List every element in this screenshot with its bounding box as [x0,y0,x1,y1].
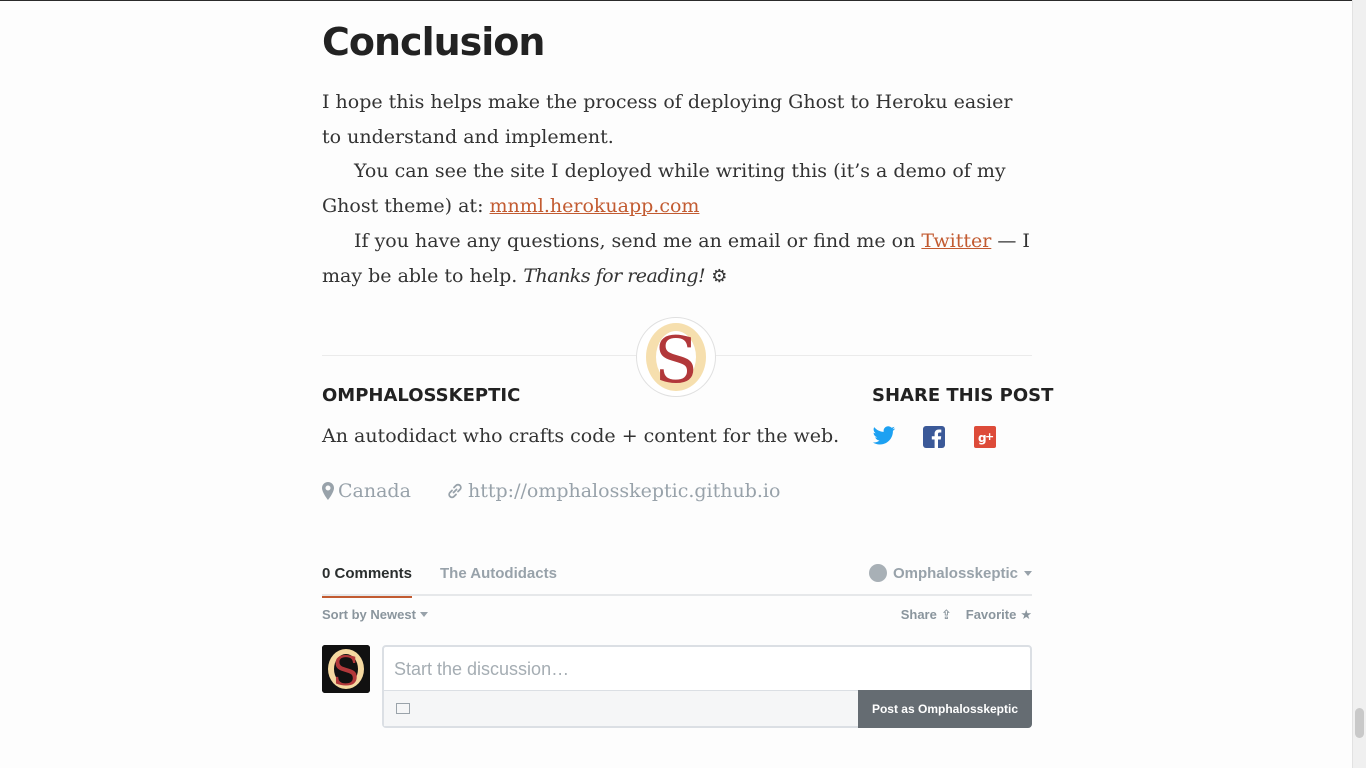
author-logo[interactable]: S [636,317,716,398]
scrollbar[interactable] [1352,0,1366,768]
scrollbar-thumb[interactable] [1355,708,1364,738]
avatar-letter: S [332,649,359,693]
avatar[interactable]: S [322,645,370,693]
tab-comments[interactable]: 0 Comments [322,565,413,598]
tab-community[interactable]: The Autodidacts [440,565,557,596]
comments-section: 0 Comments The Autodidacts Omphalosskept… [322,560,1032,728]
thanks-text: Thanks for reading! [523,265,706,287]
author-name: OMPHALOSSKEPTIC [322,385,521,406]
twitter-link[interactable]: Twitter [921,230,991,252]
paragraph-contact-text: If you have any questions, send me an em… [354,230,922,252]
share-label: Share [900,607,937,622]
section-heading: Conclusion [322,20,545,64]
sort-dropdown[interactable]: Sort by Newest [322,607,428,622]
author-bio: An autodidact who crafts code + content … [322,425,840,447]
paragraph-intro: I hope this helps make the process of de… [322,91,1013,148]
thread-actions: Share ⇪ Favorite ★ [901,607,1032,623]
top-border [0,0,1366,1]
paragraph-contact: If you have any questions, send me an em… [322,224,1032,294]
twitter-icon[interactable] [872,425,896,451]
comment-box[interactable]: Start the discussion… Post as Omphalossk… [382,645,1032,728]
sort-label: Sort by Newest [322,607,416,622]
website-text[interactable]: http://omphalosskeptic.github.io [468,480,780,502]
user-menu[interactable]: Omphalosskeptic [868,564,1032,582]
author-website[interactable]: http://omphalosskeptic.github.io [446,480,780,502]
map-pin-icon [322,482,334,500]
share-heading: SHARE THIS POST [872,385,1054,406]
svg-text:+: + [985,430,994,443]
link-icon [448,483,462,499]
gear-icon: ⚙ [711,266,728,287]
paragraph-demo: You can see the site I deployed while wr… [322,154,1032,224]
user-menu-name: Omphalosskeptic [892,564,1018,582]
logo-letter: S [654,324,698,396]
demo-site-link[interactable]: mnml.herokuapp.com [490,195,700,217]
favorite-button[interactable]: Favorite ★ [966,607,1032,623]
facebook-icon[interactable] [923,425,947,451]
sort-chevron-down-icon [419,612,428,617]
google-plus-icon[interactable]: g + [973,425,997,451]
favorite-label: Favorite [965,607,1017,622]
image-upload-icon[interactable] [396,703,410,714]
share-button[interactable]: Share ⇪ [901,607,952,623]
speech-bubble-icon [868,564,887,582]
location-text: Canada [338,480,411,502]
author-location: Canada [322,480,411,502]
chevron-down-icon [1024,570,1032,576]
share-icons: g + [872,425,1032,451]
star-icon: ★ [1020,608,1032,623]
sort-bar: Sort by Newest Share ⇪ Favorite ★ [322,596,1032,634]
comment-input[interactable]: Start the discussion… [394,659,569,680]
share-arrow-icon: ⇪ [940,608,952,623]
comments-tabs: 0 Comments The Autodidacts Omphalosskept… [322,560,1032,598]
post-button[interactable]: Post as Omphalosskeptic [858,690,1032,728]
